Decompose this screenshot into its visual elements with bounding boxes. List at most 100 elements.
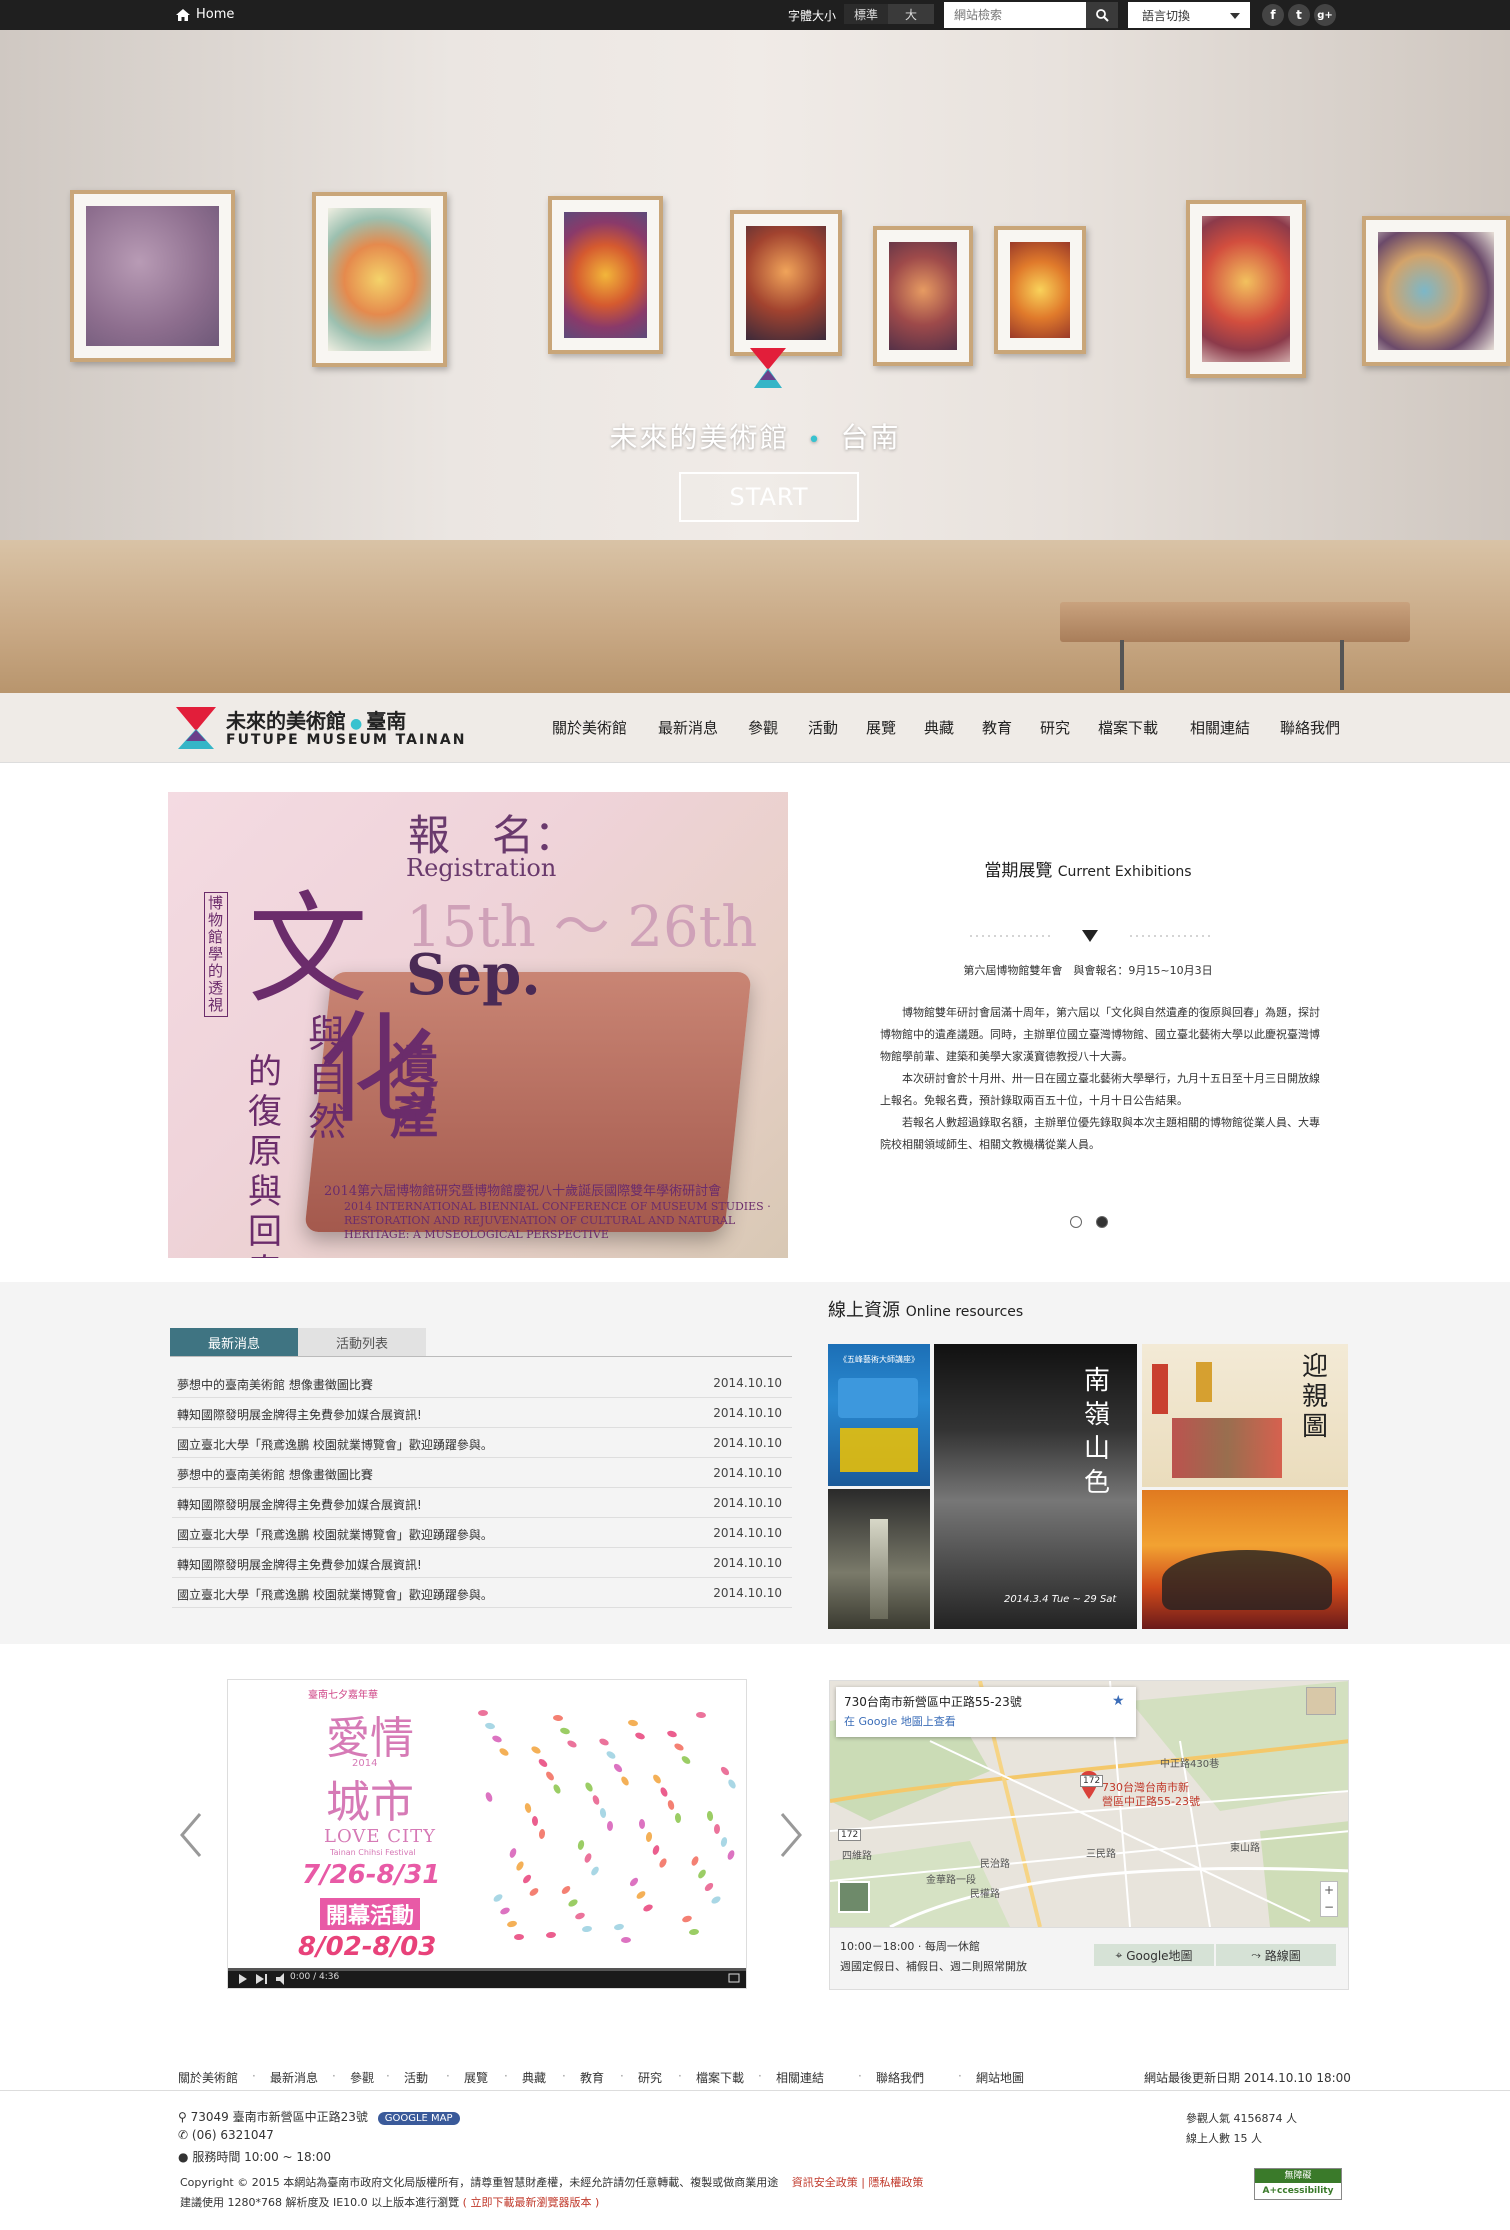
petal-shape: [530, 1744, 542, 1756]
nav-item-collection[interactable]: 典藏: [924, 717, 954, 738]
tab-event-list[interactable]: 活動列表: [298, 1328, 426, 1356]
volume-icon[interactable]: [276, 1973, 290, 1985]
video-player[interactable]: 臺南七夕嘉年華 愛情 2014 城市 LOVE CITY Tainan Chih…: [227, 1679, 747, 1989]
footer-nav-item-about[interactable]: 關於美術館: [178, 2069, 238, 2086]
map-satellite-thumbnail[interactable]: [838, 1881, 870, 1913]
footer-phone-text: (06) 6321047: [191, 2128, 274, 2142]
carousel-dot[interactable]: [1070, 1216, 1082, 1228]
tab-underline: [170, 1356, 792, 1357]
search-button[interactable]: [1086, 2, 1118, 28]
gallery-bench: [1060, 602, 1410, 642]
news-row[interactable]: 轉知國際發明展金牌得主免費參加媒合展資訊! 2014.10.10: [172, 1398, 792, 1428]
brand-logo-icon[interactable]: [176, 707, 216, 749]
nav-item-about[interactable]: 關於美術館: [552, 717, 627, 738]
petal-shape: [499, 1906, 511, 1916]
accessibility-badge[interactable]: 無障礙 A+ccessibility: [1254, 2168, 1342, 2200]
skip-icon[interactable]: [256, 1974, 268, 1984]
resource-item-boat-painting[interactable]: [1142, 1490, 1348, 1629]
footer-nav-separator: ·: [504, 2069, 508, 2083]
footer-nav-item-contact[interactable]: 聯絡我們: [876, 2069, 924, 2086]
nav-item-events[interactable]: 活動: [808, 717, 838, 738]
start-button[interactable]: START: [679, 472, 859, 522]
news-title: 夢想中的臺南美術館 想像畫徵圖比賽: [177, 1378, 373, 1392]
nav-item-news[interactable]: 最新消息: [658, 717, 718, 738]
news-row[interactable]: 國立臺北大學「飛鳶逸鵬 校園就業博覽會」歡迎踴躍參與。 2014.10.10: [172, 1518, 792, 1548]
resource-item-wedding-painting[interactable]: 迎親圖: [1142, 1344, 1348, 1487]
user-icon: ●: [178, 2150, 189, 2164]
video-poster-cn2: 城市: [326, 1777, 414, 1828]
resource-item-mountain-exhibit[interactable]: 南嶺山色 2014.3.4 Tue ~ 29 Sat: [934, 1344, 1137, 1629]
footer-nav-item-visit[interactable]: 參觀: [350, 2069, 374, 2086]
petal-shape: [726, 1778, 738, 1790]
petal-shape: [681, 1914, 693, 1924]
google-plus-icon[interactable]: g+: [1314, 4, 1336, 26]
footer-nav-item-education[interactable]: 教育: [580, 2069, 604, 2086]
video-progress-bar[interactable]: [228, 1968, 746, 1971]
font-normal-button[interactable]: 標準: [844, 4, 888, 24]
twitter-icon[interactable]: t: [1288, 4, 1310, 26]
footer-nav-separator: ·: [678, 2069, 682, 2083]
petal-shape: [719, 1765, 731, 1777]
footer-nav-item-downloads[interactable]: 檔案下載: [696, 2069, 744, 2086]
footer-nav-item-news[interactable]: 最新消息: [270, 2069, 318, 2086]
brand-name[interactable]: 未來的美術館 ● 臺南: [226, 705, 406, 734]
google-map-badge[interactable]: GOOGLE MAP: [377, 2112, 460, 2125]
facebook-icon[interactable]: f: [1262, 4, 1284, 26]
footer-nav-item-collection[interactable]: 典藏: [522, 2069, 546, 2086]
petal-shape: [552, 1714, 564, 1722]
fullscreen-icon[interactable]: [728, 1973, 740, 1983]
petal-shape: [620, 1936, 632, 1944]
footer-nav-item-links[interactable]: 相關連結: [776, 2069, 824, 2086]
featured-poster-image[interactable]: 報 名： Registration 15th ～ 26th Sep. 文 化 博…: [168, 792, 788, 1258]
avatar[interactable]: [1306, 1687, 1336, 1715]
play-icon[interactable]: [238, 1974, 248, 1984]
petal-shape: [612, 1762, 624, 1774]
google-map-button[interactable]: ⌖ Google地圖: [1094, 1944, 1214, 1966]
news-row[interactable]: 夢想中的臺南美術館 想像畫徵圖比賽 2014.10.10: [172, 1458, 792, 1488]
news-row[interactable]: 國立臺北大學「飛鳶逸鵬 校園就業博覽會」歡迎踴躍參與。 2014.10.10: [172, 1578, 792, 1608]
map-road-label: 民治路: [980, 1859, 1010, 1870]
location-map[interactable]: 730台南市新營區中正路55-23號 在 Google 地圖上查看 ★ 730台…: [829, 1680, 1349, 1990]
language-select[interactable]: 語言切換: [1128, 2, 1250, 28]
news-title: 國立臺北大學「飛鳶逸鵬 校園就業博覽會」歡迎踴躍參與。: [177, 1528, 493, 1542]
route-map-button[interactable]: ⤳ 路線圖: [1216, 1944, 1336, 1966]
footer-nav-separator: ·: [758, 2069, 762, 2083]
brand-name-city: 臺南: [366, 709, 407, 733]
news-row[interactable]: 轉知國際發明展金牌得主免費參加媒合展資訊! 2014.10.10: [172, 1548, 792, 1578]
news-row[interactable]: 轉知國際發明展金牌得主免費參加媒合展資訊! 2014.10.10: [172, 1488, 792, 1518]
petal-shape: [627, 1719, 639, 1727]
nav-item-contact[interactable]: 聯絡我們: [1280, 717, 1340, 738]
resource-item-corridor[interactable]: [828, 1489, 930, 1629]
nav-item-education[interactable]: 教育: [982, 717, 1012, 738]
carousel-prev-icon[interactable]: [176, 1810, 206, 1860]
star-icon[interactable]: ★: [1112, 1693, 1125, 1709]
font-large-button[interactable]: 大: [888, 4, 934, 24]
footer-nav-item-events[interactable]: 活動: [404, 2069, 428, 2086]
nav-item-visit[interactable]: 參觀: [748, 717, 778, 738]
poster-vertical-2: 的復原與回春: [248, 1052, 282, 1258]
news-row[interactable]: 夢想中的臺南美術館 想像畫徵圖比賽 2014.10.10: [172, 1368, 792, 1398]
footer-nav-item-exhibitions[interactable]: 展覽: [464, 2069, 488, 2086]
petal-shape: [619, 1775, 631, 1787]
resource-item-lecture[interactable]: 《五峰藝術大師講座》: [828, 1344, 930, 1486]
news-title: 夢想中的臺南美術館 想像畫徵圖比賽: [177, 1468, 373, 1482]
footer-nav-item-sitemap[interactable]: 網站地圖: [976, 2069, 1024, 2086]
home-link[interactable]: Home: [176, 7, 234, 22]
carousel-dot-active[interactable]: [1096, 1216, 1108, 1228]
petal-shape: [559, 1726, 571, 1736]
map-zoom-control[interactable]: + −: [1320, 1881, 1338, 1917]
footer-policy-link[interactable]: 資訊安全政策 | 隱私權政策: [792, 2176, 924, 2189]
hero-title-right: 台南: [840, 421, 901, 454]
footer-browser-note: 建議使用 1280*768 解析度及 IE10.0 以上版本進行瀏覽: [180, 2196, 460, 2209]
news-row[interactable]: 國立臺北大學「飛鳶逸鵬 校園就業博覽會」歡迎踴躍參與。 2014.10.10: [172, 1428, 792, 1458]
footer-browser-link[interactable]: ( 立即下載最新瀏覽器版本 ): [463, 2196, 600, 2209]
search-input[interactable]: [944, 2, 1086, 28]
nav-item-exhibitions[interactable]: 展覽: [866, 717, 896, 738]
nav-item-downloads[interactable]: 檔案下載: [1098, 717, 1158, 738]
nav-item-links[interactable]: 相關連結: [1190, 717, 1250, 738]
tab-latest-news[interactable]: 最新消息: [170, 1328, 298, 1356]
nav-item-research[interactable]: 研究: [1040, 717, 1070, 738]
carousel-next-icon[interactable]: [776, 1810, 806, 1860]
footer-nav-item-research[interactable]: 研究: [638, 2069, 662, 2086]
map-view-link[interactable]: 在 Google 地圖上查看: [844, 1713, 956, 1729]
